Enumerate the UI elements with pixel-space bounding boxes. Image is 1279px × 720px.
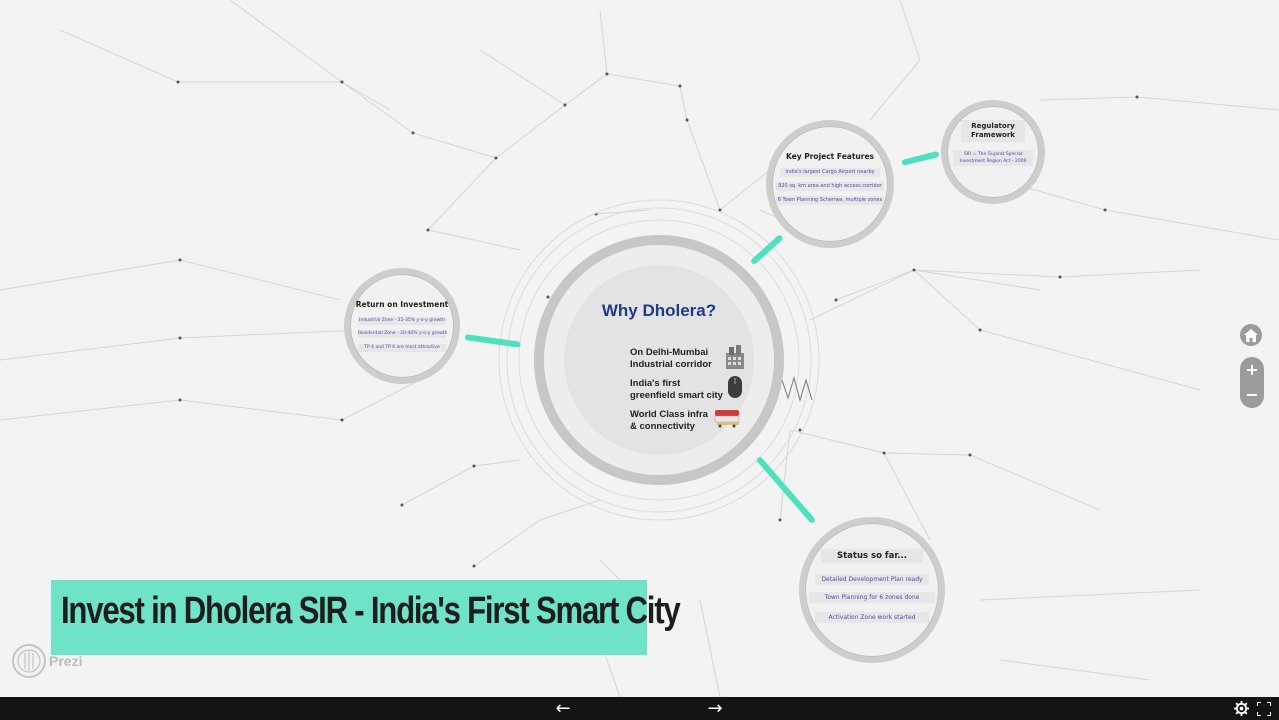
regulatory-title-line2: Framework xyxy=(971,131,1015,139)
home-button[interactable] xyxy=(1240,324,1262,346)
status-item-activation: Activation Zone work started xyxy=(815,612,929,623)
topic-key-project-features[interactable]: Key Project Features India's largest Car… xyxy=(766,120,894,248)
topic-status-so-far[interactable]: Status so far... Detailed Development Pl… xyxy=(799,517,945,663)
prezi-canvas[interactable]: Why Dholera? On Delhi-Mumbai Industrial … xyxy=(0,0,1279,697)
title-banner: Invest in Dholera SIR - India's First Sm… xyxy=(51,580,681,655)
zoom-controls: + − xyxy=(1240,357,1264,408)
arrow-left-icon: ← xyxy=(555,698,571,719)
center-item-smart-city: India's first greenfield smart city xyxy=(630,378,723,402)
bottom-toolbar: ← → xyxy=(0,697,1279,720)
factory-icon xyxy=(726,345,744,369)
regulatory-item-line1: SIR = The Gujarat Special xyxy=(963,152,1023,157)
prev-button[interactable]: ← xyxy=(548,697,578,720)
regulatory-title-line1: Regulatory xyxy=(971,122,1015,130)
prezi-logo-icon xyxy=(12,644,46,678)
gear-icon xyxy=(1233,701,1249,716)
center-item-infra: World Class infra & connectivity xyxy=(630,409,708,433)
topic-why-dholera[interactable]: Why Dholera? On Delhi-Mumbai Industrial … xyxy=(534,235,784,485)
arrow-right-icon: → xyxy=(707,698,723,719)
topic-center-inner: Why Dholera? On Delhi-Mumbai Industrial … xyxy=(564,265,754,455)
prezi-logo-text: Prezi xyxy=(49,653,83,669)
prezi-logo: Prezi xyxy=(11,643,82,679)
roi-item-residential: Residential Zone - 20-40% y-o-y growth xyxy=(358,330,448,338)
fullscreen-button[interactable] xyxy=(1254,697,1274,720)
features-item-tps: 6 Town Planning Schemes, multiple zones xyxy=(776,196,884,205)
center-item-smart-city-line2: greenfield smart city xyxy=(630,390,723,401)
center-item-infra-line2: & connectivity xyxy=(630,421,695,432)
train-icon xyxy=(714,410,740,428)
center-title: Why Dholera? xyxy=(601,301,717,320)
features-title: Key Project Features xyxy=(785,152,875,161)
center-item-infra-line1: World Class infra xyxy=(630,409,708,420)
features-item-airport: India's largest Cargo Airport nearby xyxy=(780,168,880,177)
next-button[interactable]: → xyxy=(700,697,730,720)
home-icon xyxy=(1244,328,1258,342)
regulatory-title: Regulatory Framework xyxy=(961,120,1025,142)
regulatory-item: SIR = The Gujarat Special Investment Reg… xyxy=(953,150,1033,166)
fullscreen-icon xyxy=(1257,701,1271,716)
roi-item-industrial: Industrial Zone - 25-35% y-o-y growth xyxy=(358,317,446,325)
features-item-area: 920 sq. km area and high access corridor xyxy=(776,182,884,191)
regulatory-item-line2: Investment Region Act - 2009 xyxy=(959,159,1027,164)
center-item-corridor: On Delhi-Mumbai Industrial corridor xyxy=(630,347,712,371)
status-title: Status so far... xyxy=(821,549,923,563)
mouse-icon xyxy=(728,376,742,398)
topic-regulatory-framework[interactable]: Regulatory Framework SIR = The Gujarat S… xyxy=(941,100,1045,204)
center-item-corridor-line1: On Delhi-Mumbai xyxy=(630,347,709,358)
center-item-corridor-line2: Industrial corridor xyxy=(630,359,712,370)
settings-button[interactable] xyxy=(1231,697,1251,720)
status-item-tp: Town Planning for 6 zones done xyxy=(809,592,935,603)
zoom-in-button[interactable]: + xyxy=(1240,359,1264,381)
center-item-smart-city-line1: India's first xyxy=(630,378,681,389)
roi-item-tp: TP 4 and TP 6 are most attractive xyxy=(358,344,446,352)
banner-text: Invest in Dholera SIR - India's First Sm… xyxy=(61,590,681,632)
roi-title: Return on Investment xyxy=(355,300,449,309)
zoom-out-button[interactable]: − xyxy=(1240,384,1264,406)
status-item-ddp: Detailed Development Plan ready xyxy=(815,574,929,585)
topic-return-on-investment[interactable]: Return on Investment Industrial Zone - 2… xyxy=(344,268,460,384)
